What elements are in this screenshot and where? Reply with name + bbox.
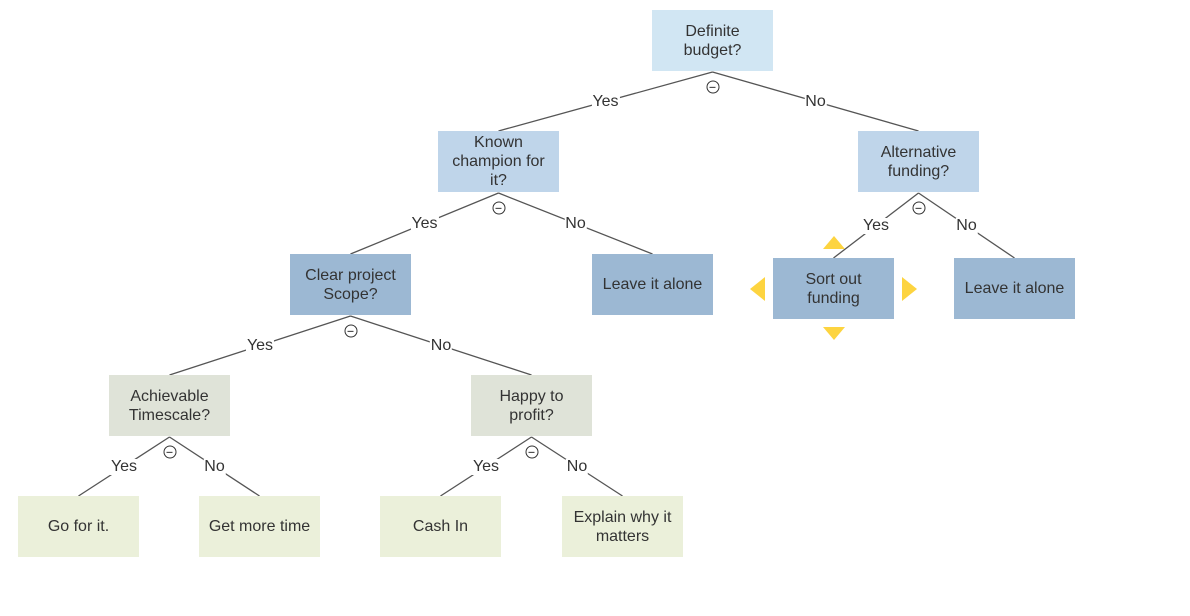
collapse-icon[interactable] (912, 201, 925, 215)
node-achievable-timescale[interactable]: Achievable Timescale? (109, 375, 230, 436)
node-label: Achievable Timescale? (129, 387, 210, 425)
node-explain-why[interactable]: Explain why it matters (562, 496, 683, 557)
node-label-line: Definite (685, 22, 740, 40)
node-label-line: Scope? (323, 285, 378, 303)
edge-label-no: No (564, 214, 587, 232)
node-label: Get more time (209, 517, 310, 536)
node-label-line: profit? (509, 406, 554, 424)
node-label: Alternative funding? (881, 143, 957, 181)
add-left-handle-icon[interactable] (750, 276, 765, 301)
node-cash-in[interactable]: Cash In (380, 496, 501, 557)
node-leave-alone-2[interactable]: Leave it alone (954, 258, 1075, 319)
node-label-line: champion for it? (452, 153, 545, 189)
node-known-champion[interactable]: Known champion for it? (438, 131, 559, 192)
node-label-line: Get more time (208, 518, 311, 535)
node-label: Leave it alone (603, 275, 703, 294)
node-label-line: funding (807, 289, 860, 307)
collapse-icon[interactable] (706, 80, 719, 94)
node-label-line: Achievable (130, 387, 209, 405)
edge-label-no: No (429, 336, 453, 354)
node-label: Happy to profit? (499, 387, 563, 425)
edge-label-yes: Yes (410, 214, 439, 232)
edge-label-no: No (565, 457, 589, 475)
edge-label-yes: Yes (471, 457, 501, 475)
node-label-line: budget? (683, 41, 742, 59)
node-label-line: matters (595, 527, 650, 545)
node-label: Cash In (413, 517, 468, 536)
node-label-line: funding? (887, 162, 950, 180)
node-label: Leave it alone (965, 279, 1065, 298)
collapse-icon[interactable] (163, 445, 176, 459)
node-label: Sort out funding (805, 270, 861, 308)
collapse-icon[interactable] (525, 445, 538, 459)
edge-label-no: No (203, 457, 226, 475)
node-clear-scope[interactable]: Clear project Scope? (290, 254, 411, 315)
decision-tree-canvas[interactable]: Yes No Yes No Yes No Yes No Yes No Yes No Definite bu… (0, 0, 1190, 616)
node-label: Definite budget? (684, 22, 742, 60)
node-label-line: Alternative (880, 143, 957, 161)
collapse-icon[interactable] (344, 324, 357, 338)
node-happy-profit[interactable]: Happy to profit? (471, 375, 592, 436)
node-get-more-time[interactable]: Get more time (199, 496, 320, 557)
edge-label-no: No (955, 216, 978, 234)
node-label-line: Happy to (499, 387, 564, 405)
node-alternative-funding[interactable]: Alternative funding? (858, 131, 979, 192)
node-label-line: Explain why it (573, 508, 672, 526)
node-sort-funding[interactable]: Sort out funding (773, 258, 894, 319)
node-label-line: Sort out (805, 270, 862, 288)
node-label-line: Known (474, 134, 523, 151)
node-label-line: Clear project (305, 266, 396, 284)
node-go-for-it[interactable]: Go for it. (18, 496, 139, 557)
node-label-line: Cash In (412, 518, 469, 535)
node-definite-budget[interactable]: Definite budget? (652, 10, 773, 71)
node-label-line: Leave it alone (602, 276, 703, 293)
add-below-handle-icon[interactable] (822, 327, 845, 340)
collapse-icon[interactable] (492, 201, 505, 215)
node-leave-alone-1[interactable]: Leave it alone (592, 254, 713, 315)
node-label: Clear project Scope? (305, 266, 396, 304)
node-label-line: Timescale? (128, 406, 211, 424)
edge-label-yes: Yes (861, 216, 891, 234)
node-label-line: Go for it. (47, 518, 110, 535)
node-label: Go for it. (48, 517, 109, 536)
add-right-handle-icon[interactable] (902, 276, 917, 301)
node-label: Explain why it matters (574, 508, 672, 546)
add-above-handle-icon[interactable] (822, 236, 845, 249)
edge-label-yes: Yes (245, 336, 275, 354)
node-label: Known champion for it? (442, 133, 555, 190)
node-label-line: Leave it alone (964, 280, 1065, 297)
edge-label-yes: Yes (109, 457, 139, 475)
edge-label-yes: Yes (591, 92, 620, 110)
edge-label-no: No (804, 92, 827, 110)
